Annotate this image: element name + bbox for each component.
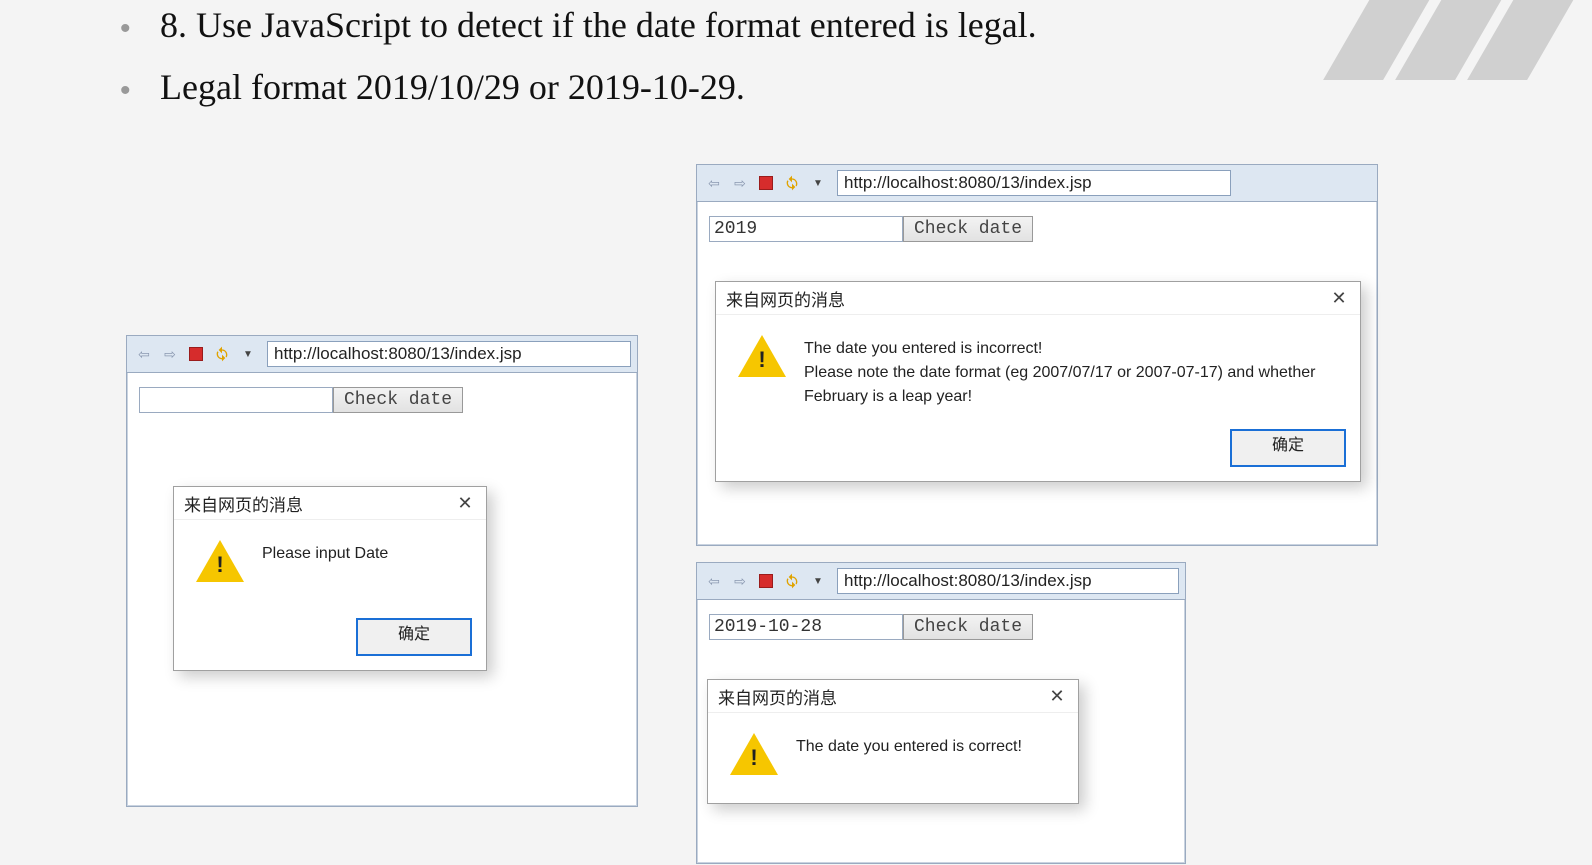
address-bar[interactable]: http://localhost:8080/13/index.jsp xyxy=(837,170,1231,196)
alert-dialog-1: 来自网页的消息 ✕ Please input Date 确定 xyxy=(173,486,487,671)
back-icon[interactable]: ⇦ xyxy=(133,343,155,365)
browser-window-1: ⇦ ⇨ ▼ http://localhost:8080/13/index.jsp… xyxy=(126,335,638,807)
alert-title: 来自网页的消息 xyxy=(718,684,837,709)
warning-icon xyxy=(738,335,786,377)
close-icon[interactable]: ✕ xyxy=(1328,288,1350,309)
address-bar[interactable]: http://localhost:8080/13/index.jsp xyxy=(837,568,1179,594)
bullet-dot: • xyxy=(120,12,131,46)
ok-button[interactable]: 确定 xyxy=(1230,429,1346,467)
date-input[interactable] xyxy=(709,216,903,242)
stop-icon[interactable] xyxy=(185,343,207,365)
forward-icon[interactable]: ⇨ xyxy=(159,343,181,365)
alert-dialog-3: 来自网页的消息 ✕ The date you entered is correc… xyxy=(707,679,1079,804)
browser-window-3: ⇦ ⇨ ▼ http://localhost:8080/13/index.jsp… xyxy=(696,562,1186,864)
close-icon[interactable]: ✕ xyxy=(454,493,476,514)
alert-message: The date you entered is correct! xyxy=(796,731,1022,791)
date-input[interactable] xyxy=(709,614,903,640)
alert-message-line: The date you entered is incorrect! xyxy=(804,337,1340,361)
alert-dialog-2: 来自网页的消息 ✕ The date you entered is incorr… xyxy=(715,281,1361,482)
alert-message-line: Please note the date format (eg 2007/07/… xyxy=(804,361,1340,409)
slide-corner-decoration xyxy=(1352,0,1592,40)
check-date-button[interactable]: Check date xyxy=(903,216,1033,242)
alert-title: 来自网页的消息 xyxy=(726,286,845,311)
bullet-text-2: Legal format 2019/10/29 or 2019-10-29. xyxy=(160,66,745,108)
bullet-text-1: 8. Use JavaScript to detect if the date … xyxy=(160,4,1037,46)
check-date-button[interactable]: Check date xyxy=(903,614,1033,640)
warning-icon xyxy=(730,733,778,775)
browser-toolbar: ⇦ ⇨ ▼ http://localhost:8080/13/index.jsp xyxy=(697,165,1377,202)
refresh-icon[interactable] xyxy=(781,570,803,592)
alert-message: Please input Date xyxy=(262,538,388,598)
date-input[interactable] xyxy=(139,387,333,413)
dropdown-icon[interactable]: ▼ xyxy=(807,570,829,592)
dropdown-icon[interactable]: ▼ xyxy=(807,172,829,194)
browser-toolbar: ⇦ ⇨ ▼ http://localhost:8080/13/index.jsp xyxy=(697,563,1185,600)
refresh-icon[interactable] xyxy=(211,343,233,365)
address-bar[interactable]: http://localhost:8080/13/index.jsp xyxy=(267,341,631,367)
back-icon[interactable]: ⇦ xyxy=(703,570,725,592)
warning-icon xyxy=(196,540,244,582)
check-date-button[interactable]: Check date xyxy=(333,387,463,413)
alert-message: The date you entered is incorrect! Pleas… xyxy=(804,333,1340,409)
back-icon[interactable]: ⇦ xyxy=(703,172,725,194)
forward-icon[interactable]: ⇨ xyxy=(729,570,751,592)
alert-title: 来自网页的消息 xyxy=(184,491,303,516)
browser-window-2: ⇦ ⇨ ▼ http://localhost:8080/13/index.jsp… xyxy=(696,164,1378,546)
dropdown-icon[interactable]: ▼ xyxy=(237,343,259,365)
stop-icon[interactable] xyxy=(755,172,777,194)
stop-icon[interactable] xyxy=(755,570,777,592)
refresh-icon[interactable] xyxy=(781,172,803,194)
forward-icon[interactable]: ⇨ xyxy=(729,172,751,194)
close-icon[interactable]: ✕ xyxy=(1046,686,1068,707)
bullet-dot: • xyxy=(120,74,131,108)
browser-toolbar: ⇦ ⇨ ▼ http://localhost:8080/13/index.jsp xyxy=(127,336,637,373)
ok-button[interactable]: 确定 xyxy=(356,618,472,656)
